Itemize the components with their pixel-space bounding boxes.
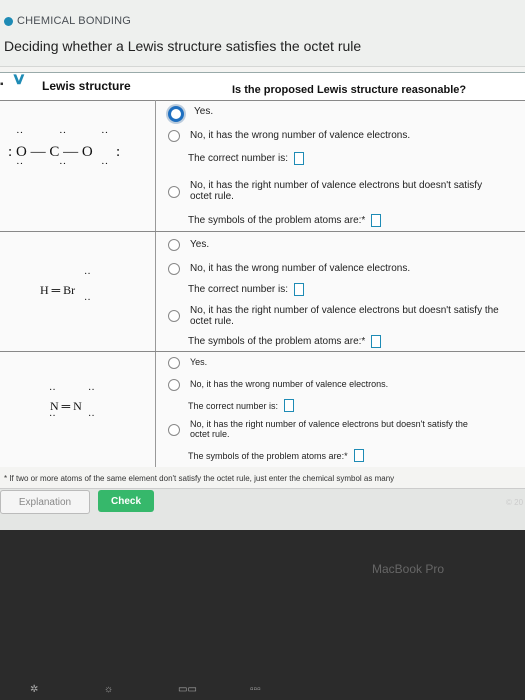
radio-button[interactable]	[168, 424, 180, 436]
field-label: The correct number is:	[188, 284, 289, 295]
lone-pair-dots: ··	[84, 295, 91, 306]
check-button[interactable]: Check	[98, 490, 154, 512]
footnote: * If two or more atoms of the same eleme…	[4, 474, 395, 483]
option-octet[interactable]: No, it has the right number of valence e…	[168, 180, 482, 202]
browser-screen: CHEMICAL BONDING Deciding whether a Lewi…	[0, 0, 525, 530]
field-label: The correct number is:	[188, 153, 289, 164]
option-label-wrap: No, it has the right number of valence e…	[190, 305, 499, 327]
lone-pair-dots: ··	[49, 385, 56, 396]
radio-button[interactable]	[168, 379, 180, 391]
lone-pair-dots: ··	[59, 158, 67, 170]
lone-pair-dots: :	[116, 144, 121, 160]
lone-pair-dots: ··	[84, 269, 91, 280]
problem-atoms-input[interactable]	[371, 335, 382, 348]
problem-atoms-input[interactable]	[353, 449, 364, 462]
table-header: ▪ ∨ Lewis structure Is the proposed Lewi…	[0, 71, 525, 101]
option-label-line1: No, it has the right number of valence e…	[190, 419, 468, 429]
field-label: The symbols of the problem atoms are:*	[188, 450, 348, 461]
lone-pair-dots: :	[8, 144, 13, 160]
table-row: ·· H ═ Br ·· Yes. No, it has the wrong n…	[0, 231, 525, 352]
option-label-wrap: No, it has the right number of valence e…	[190, 419, 468, 439]
option-wrong-count[interactable]: No, it has the wrong number of valence e…	[168, 130, 410, 142]
option-wrong-count[interactable]: No, it has the wrong number of valence e…	[168, 379, 388, 391]
column-header-structure: Lewis structure	[42, 79, 131, 93]
option-label: Yes.	[190, 239, 210, 250]
lone-pair-dots: ··	[88, 385, 95, 396]
correct-number-field: The correct number is:	[188, 283, 305, 296]
option-label-line1: No, it has the right number of valence e…	[190, 180, 483, 191]
page-title: Deciding whether a Lewis structure satis…	[4, 38, 362, 54]
correct-number-field: The correct number is:	[188, 152, 305, 165]
lone-pair-dots: ··	[49, 411, 56, 422]
table-row: ·· ·· ·· : O — C — O : ·· ·· ·· Yes. No,…	[0, 100, 525, 232]
chevron-down-icon[interactable]: ∨	[11, 69, 26, 89]
problem-atoms-field: The symbols of the problem atoms are:*	[188, 335, 382, 348]
field-label: The symbols of the problem atoms are:*	[188, 336, 366, 347]
correct-number-field: The correct number is:	[188, 399, 295, 412]
option-yes[interactable]: Yes.	[168, 239, 209, 251]
option-yes[interactable]: Yes.	[168, 106, 213, 122]
radio-button-selected[interactable]	[168, 106, 184, 122]
assignment-header: CHEMICAL BONDING Deciding whether a Lewi…	[0, 0, 525, 67]
lone-pair-dots: ··	[16, 127, 24, 139]
topic-dot-icon	[4, 16, 13, 26]
topic-label: CHEMICAL BONDING	[4, 15, 131, 27]
problem-atoms-input[interactable]	[371, 214, 382, 227]
correct-number-input[interactable]	[294, 152, 305, 165]
topic-text: CHEMICAL BONDING	[17, 15, 132, 27]
radio-button[interactable]	[168, 263, 180, 275]
option-wrong-count[interactable]: No, it has the wrong number of valence e…	[168, 263, 410, 275]
column-header-question: Is the proposed Lewis structure reasonab…	[232, 84, 467, 96]
option-octet[interactable]: No, it has the right number of valence e…	[168, 305, 499, 327]
option-label: Yes.	[190, 357, 208, 367]
lone-pair-dots: ··	[16, 158, 24, 170]
option-label-line1: No, it has the right number of valence e…	[190, 305, 499, 316]
lewis-table: ▪ ∨ Lewis structure Is the proposed Lewi…	[0, 71, 525, 467]
table-row: ·· ·· N ═ N ·· ·· Yes. No, it has the wr…	[0, 351, 525, 467]
field-label: The symbols of the problem atoms are:*	[188, 215, 366, 226]
radio-button[interactable]	[168, 239, 180, 251]
copyright-text: © 20	[506, 498, 524, 507]
radio-button[interactable]	[168, 310, 180, 322]
option-label-wrap: No, it has the right number of valence e…	[190, 180, 482, 202]
radio-button[interactable]	[168, 186, 180, 198]
option-label: No, it has the wrong number of valence e…	[190, 263, 411, 274]
lone-pair-dots: ··	[101, 127, 109, 139]
problem-atoms-field: The symbols of the problem atoms are:*	[188, 449, 364, 462]
radio-button[interactable]	[168, 130, 180, 142]
keyboard-function-row: ✲ ☼ ▭▭ ▫▫▫	[0, 684, 525, 700]
option-label-line2: octet rule.	[190, 191, 234, 202]
lone-pair-dots: ··	[101, 158, 109, 170]
structure-text: O — C — O	[16, 144, 93, 160]
option-octet[interactable]: No, it has the right number of valence e…	[168, 419, 468, 439]
launchpad-icon: ▫▫▫	[250, 684, 261, 695]
mission-control-icon: ▭▭	[178, 684, 197, 695]
header-mark: ▪	[0, 79, 4, 90]
lone-pair-dots: ··	[59, 127, 67, 139]
explanation-button[interactable]: Explanation	[0, 490, 90, 514]
field-label: The correct number is:	[188, 400, 279, 411]
option-yes[interactable]: Yes.	[168, 357, 207, 369]
correct-number-input[interactable]	[294, 283, 305, 296]
lone-pair-dots: ··	[88, 411, 95, 422]
problem-atoms-field: The symbols of the problem atoms are:*	[188, 214, 382, 227]
option-label: No, it has the wrong number of valence e…	[190, 379, 389, 389]
radio-button[interactable]	[168, 357, 180, 369]
option-label: Yes.	[194, 106, 214, 117]
brightness-up-icon: ☼	[104, 684, 114, 695]
laptop-brand-label: MacBook Pro	[372, 562, 445, 576]
option-label: No, it has the wrong number of valence e…	[190, 130, 411, 141]
structure-text: H ═ Br	[40, 283, 76, 297]
brightness-down-icon: ✲	[30, 684, 39, 695]
correct-number-input[interactable]	[284, 399, 295, 412]
option-label-line2: octet rule.	[190, 429, 230, 439]
option-label-line2: octet rule.	[190, 316, 234, 327]
